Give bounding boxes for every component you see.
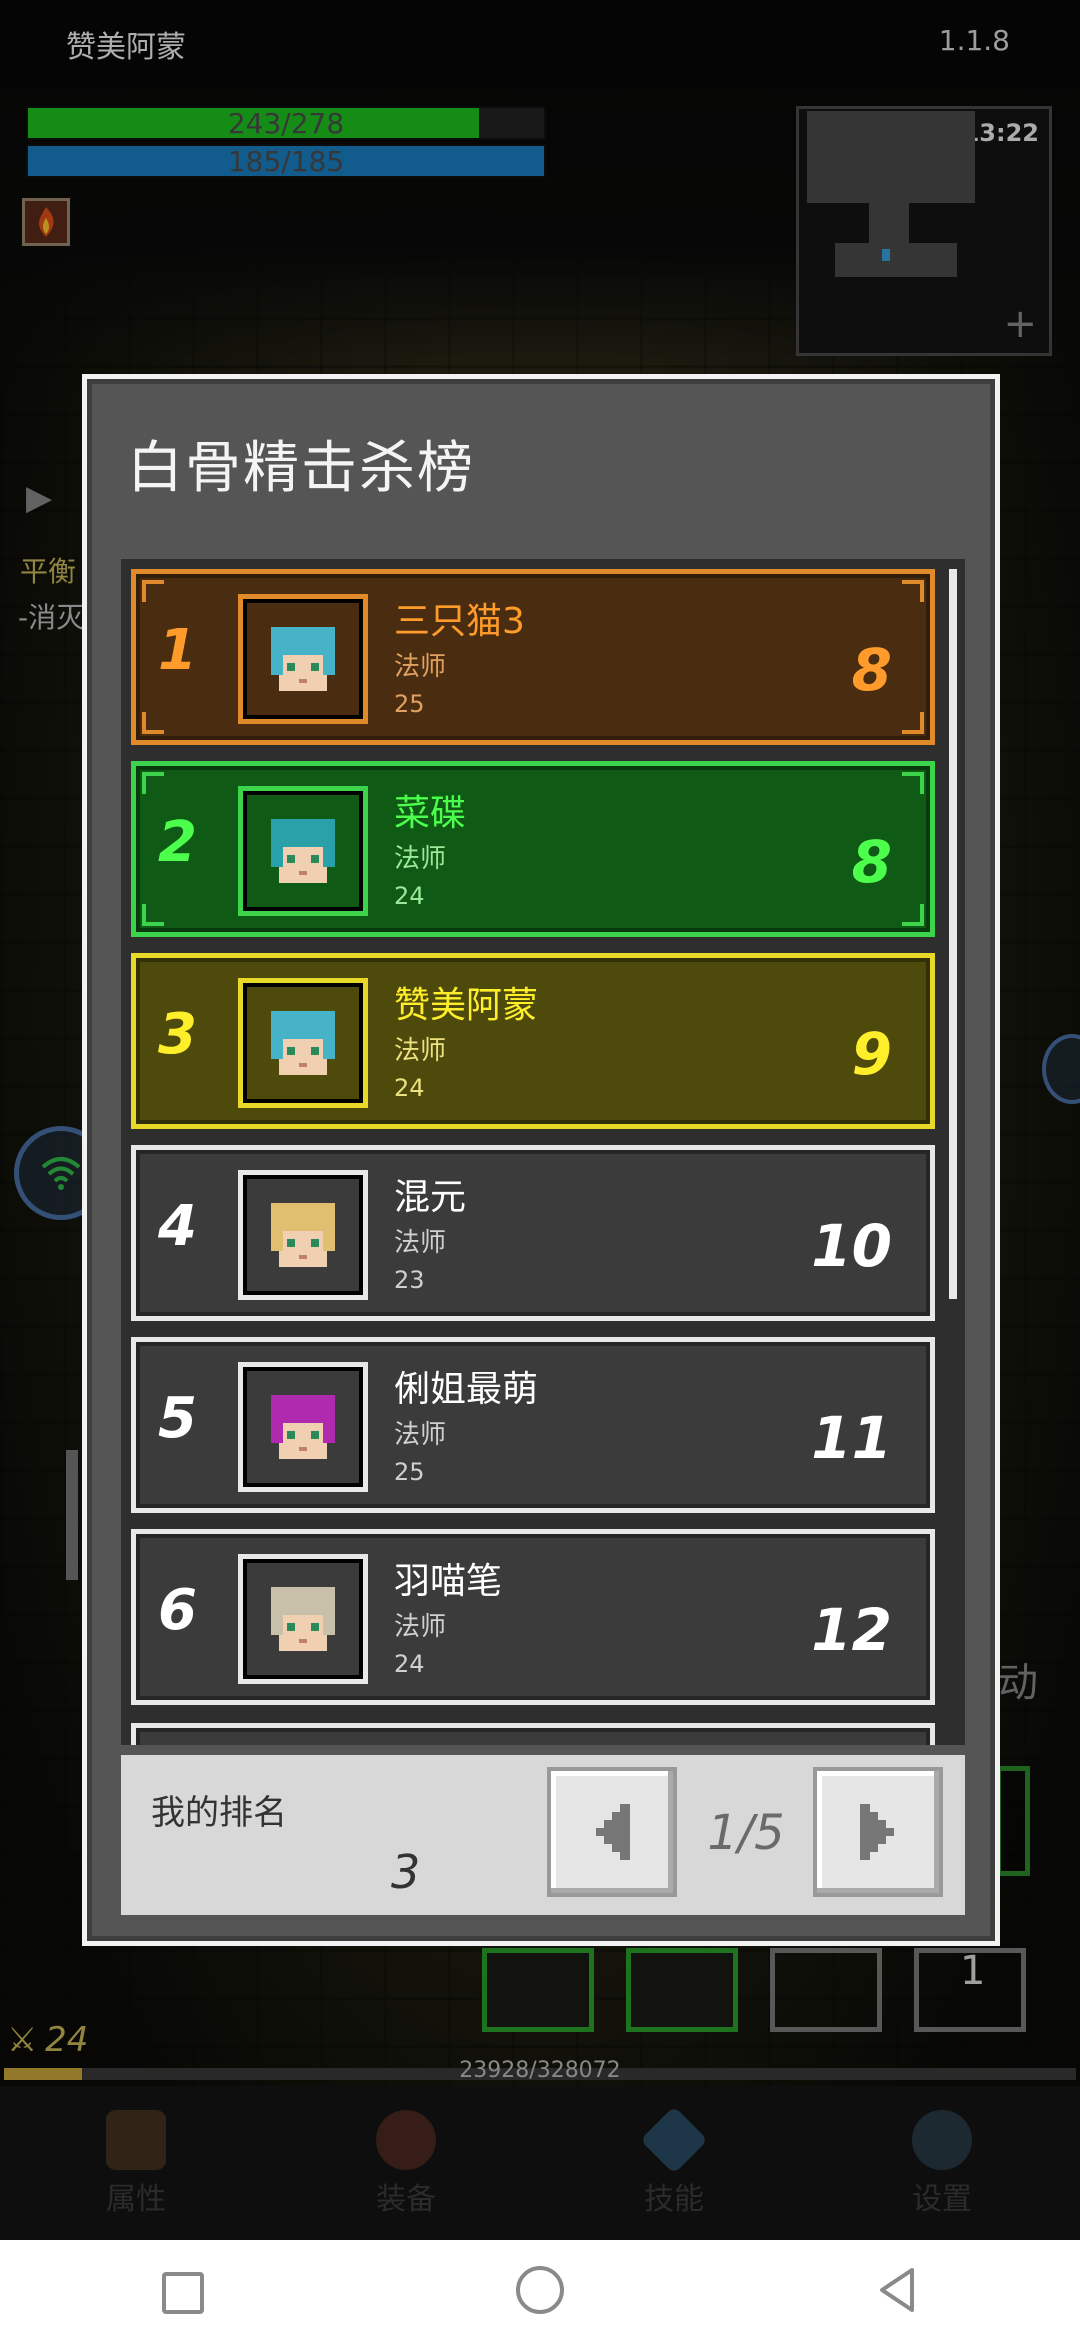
character-face-icon xyxy=(271,1587,335,1651)
leaderboard-list[interactable]: 1 三只猫3 法师 25 8 2 菜碟 法师 24 8 3 赞美阿蒙 法师 24 9 4 混元 法师 23 10 5 俐姐… xyxy=(121,559,965,1745)
avatar xyxy=(238,1362,368,1492)
player-name: 菜碟 xyxy=(394,793,467,834)
player-name: 三只猫3 xyxy=(394,601,525,642)
leaderboard-row[interactable]: 1 三只猫3 法师 25 8 xyxy=(131,569,935,745)
player-name: 赞美阿蒙 xyxy=(394,985,539,1026)
leaderboard-title: 白骨精击杀榜 xyxy=(127,436,475,501)
player-level: 25 xyxy=(394,1458,425,1486)
frame-corner xyxy=(902,772,924,794)
kill-count: 8 xyxy=(851,636,892,704)
rank-number: 3 xyxy=(158,1002,197,1067)
frame-corner xyxy=(902,580,924,602)
arrow-left-icon xyxy=(596,1804,630,1860)
system-nav-bar xyxy=(0,2240,1080,2340)
character-face-icon xyxy=(271,1011,335,1075)
page-indicator: 1/5 xyxy=(707,1805,785,1861)
leaderboard-row[interactable]: 3 赞美阿蒙法师 24 9 xyxy=(131,953,935,1129)
player-class: 法师 xyxy=(394,1420,447,1450)
list-item-partial xyxy=(131,1723,935,1745)
kill-count: 8 xyxy=(851,828,892,896)
character-face-icon xyxy=(271,627,335,691)
kill-count: 10 xyxy=(811,1212,892,1280)
character-face-icon xyxy=(271,1395,335,1459)
player-name: 混元 xyxy=(394,1177,467,1218)
back-button[interactable] xyxy=(872,2262,928,2318)
leaderboard-row[interactable]: 4 混元法师 23 10 xyxy=(131,1145,935,1321)
character-face-icon xyxy=(271,819,335,883)
rank-number: 5 xyxy=(158,1386,197,1451)
player-class: 法师 xyxy=(394,844,447,874)
arrow-right-icon xyxy=(860,1804,894,1860)
home-button[interactable] xyxy=(512,2262,568,2318)
player-class: 法师 xyxy=(394,1612,447,1642)
leaderboard-row[interactable]: 6 羽喵笔法师 24 12 xyxy=(131,1529,935,1705)
scrollbar[interactable] xyxy=(949,569,957,1299)
player-name: 羽喵笔 xyxy=(394,1561,503,1602)
player-level: 23 xyxy=(394,1266,425,1294)
recent-apps-button[interactable] xyxy=(152,2262,208,2318)
avatar xyxy=(238,786,368,916)
player-name: 俐姐最萌 xyxy=(394,1369,539,1410)
my-rank-value: 3 xyxy=(391,1845,421,1899)
player-level: 24 xyxy=(394,882,425,910)
next-page-button[interactable] xyxy=(813,1767,943,1897)
player-level: 25 xyxy=(394,690,425,718)
rank-number: 1 xyxy=(158,618,197,683)
avatar xyxy=(238,978,368,1108)
my-rank-label: 我的排名 xyxy=(151,1793,287,1833)
kill-count: 9 xyxy=(851,1020,892,1088)
player-class: 法师 xyxy=(394,652,447,682)
leaderboard-dialog: 白骨精击杀榜 1 三只猫3 法师 25 8 2 菜碟 法师 24 8 3 赞美阿蒙 法师 24 9 4 混元 法师… xyxy=(82,374,1000,1946)
kill-count: 12 xyxy=(811,1596,892,1664)
back-triangle-icon xyxy=(880,2268,914,2312)
player-level: 24 xyxy=(394,1074,425,1102)
frame-corner xyxy=(902,712,924,734)
leaderboard-row[interactable]: 5 俐姐最萌法师 25 11 xyxy=(131,1337,935,1513)
player-class: 法师 xyxy=(394,1036,447,1066)
my-rank-panel: 我的排名 3 1/5 xyxy=(121,1755,965,1915)
rank-number: 2 xyxy=(158,810,197,875)
player-level: 24 xyxy=(394,1650,425,1678)
player-class: 法师 xyxy=(394,1228,447,1258)
frame-corner xyxy=(142,712,164,734)
prev-page-button[interactable] xyxy=(547,1767,677,1897)
frame-corner xyxy=(902,904,924,926)
frame-corner xyxy=(142,580,164,602)
kill-count: 11 xyxy=(811,1404,892,1472)
frame-corner xyxy=(142,904,164,926)
rank-number: 4 xyxy=(158,1194,197,1259)
avatar xyxy=(238,594,368,724)
character-face-icon xyxy=(271,1203,335,1267)
leaderboard-row[interactable]: 2 菜碟法师 24 8 xyxy=(131,761,935,937)
frame-corner xyxy=(142,772,164,794)
avatar xyxy=(238,1170,368,1300)
avatar xyxy=(238,1554,368,1684)
rank-number: 6 xyxy=(158,1578,197,1643)
